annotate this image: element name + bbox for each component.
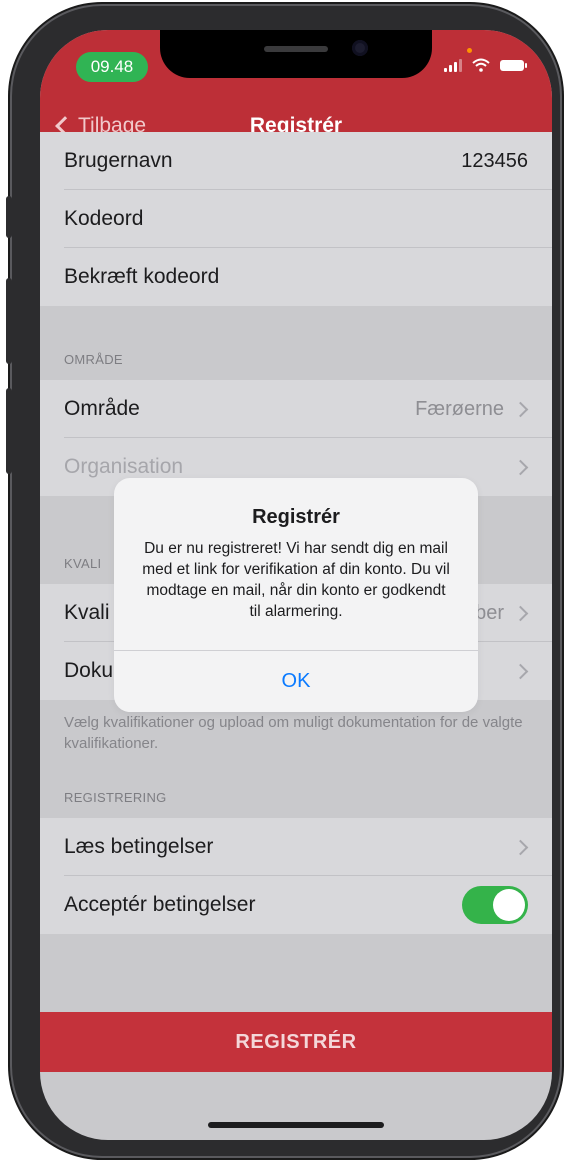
chevron-right-icon [512,605,529,622]
volume-down-button [6,388,12,474]
register-button[interactable]: REGISTRÉR [40,1012,552,1072]
signal-icon [444,58,462,72]
battery-icon [500,59,527,71]
area-label: Område [64,397,140,420]
notch [160,30,432,78]
alert-message: Du er nu registreret! Vi har sendt dig e… [142,540,450,620]
area-section-header: OMRÅDE [64,352,123,367]
mute-switch [6,196,12,238]
username-label: Brugernavn [64,149,173,172]
accept-terms-label: Acceptér betingelser [64,893,256,916]
chevron-right-icon [512,663,529,680]
confirm-password-row[interactable]: Bekræft kodeord [40,248,552,306]
camera-icon [352,40,368,56]
accept-terms-toggle[interactable] [462,886,528,924]
qualifications-value: ber [475,602,504,624]
confirm-password-label: Bekræft kodeord [64,265,220,288]
home-indicator[interactable] [208,1122,384,1128]
registration-section-header: REGISTRERING [64,790,167,805]
password-row[interactable]: Kodeord [40,190,552,248]
password-label: Kodeord [64,207,144,230]
qualifications-footer: Vælg kvalifikationer og upload om muligt… [64,714,523,752]
username-row[interactable]: Brugernavn 123456 [40,132,552,190]
alert-dialog: Registrér Du er nu registreret! Vi har s… [114,478,478,712]
privacy-indicator-dot [467,48,472,53]
volume-up-button [6,278,12,364]
read-terms-row[interactable]: Læs betingelser [40,818,552,876]
chevron-right-icon [512,459,529,476]
area-row[interactable]: Område Færøerne [40,380,552,438]
chevron-right-icon [512,401,529,418]
toggle-knob [493,889,525,921]
chevron-right-icon [512,839,529,856]
read-terms-label: Læs betingelser [64,835,214,858]
alert-title: Registrér [252,506,340,528]
status-icons [444,58,527,72]
screen: 09.48 Tilbage Registrér Brugernavn 12345… [40,30,552,1140]
speaker-grille [264,46,328,52]
qualifications-section-header: KVALI [64,556,102,571]
wifi-icon [472,58,490,72]
accept-terms-row: Acceptér betingelser [40,876,552,934]
status-time: 09.48 [76,52,148,82]
alert-ok-button[interactable]: OK [114,651,478,712]
area-value: Færøerne [415,398,504,420]
documentation-label: Doku [64,659,114,682]
username-value: 123456 [461,150,528,172]
qualifications-label: Kvali [64,601,110,624]
